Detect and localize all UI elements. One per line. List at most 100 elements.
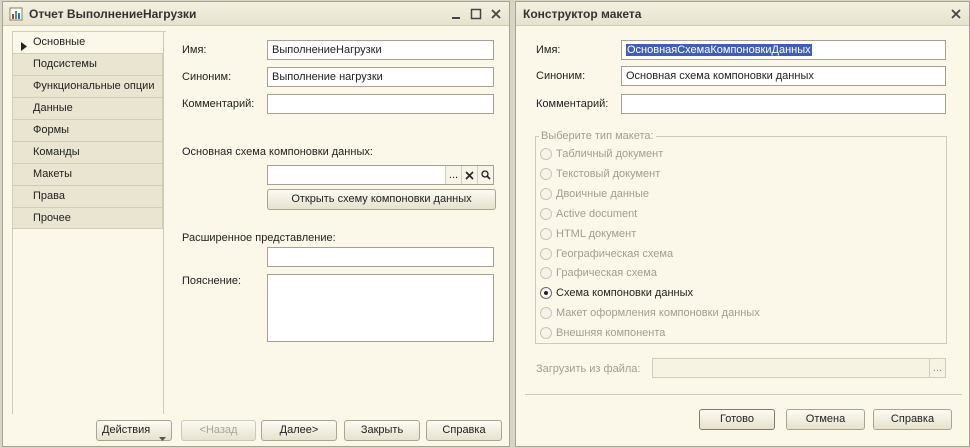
radio-icon bbox=[540, 327, 552, 339]
template-type-label: Табличный документ bbox=[556, 148, 664, 160]
extended-presentation-label: Расширенное представление: bbox=[182, 232, 336, 244]
ellipsis-text: ... bbox=[932, 362, 943, 374]
close-button[interactable]: Закрыть bbox=[344, 420, 420, 441]
nav-item-label: Прочее bbox=[33, 212, 71, 224]
load-from-file-field[interactable]: ... bbox=[652, 358, 946, 378]
comment-label: Комментарий: bbox=[182, 98, 255, 110]
radio-icon bbox=[540, 188, 552, 200]
radio-icon bbox=[540, 168, 552, 180]
template-type-option: Внешняя компонента bbox=[540, 327, 665, 339]
template-type-label: Текстовый документ bbox=[556, 168, 661, 180]
synonym-label: Синоним: bbox=[536, 70, 586, 82]
ellipsis-button[interactable]: ... bbox=[445, 166, 461, 184]
actions-label: Действия bbox=[102, 424, 151, 436]
name-field[interactable]: ОсновнаяСхемаКомпоновкиДанных bbox=[621, 40, 946, 60]
title-bar: Конструктор макета bbox=[516, 2, 969, 26]
template-type-label: Внешняя компонента bbox=[556, 327, 666, 339]
back-button[interactable]: <Назад bbox=[181, 420, 256, 441]
nav-item-data[interactable]: Данные bbox=[12, 97, 163, 119]
extended-presentation-field[interactable] bbox=[267, 247, 494, 267]
title-bar: Отчет ВыполнениеНагрузки bbox=[3, 2, 509, 26]
nav-item-subsystems[interactable]: Подсистемы bbox=[12, 53, 163, 75]
actions-button[interactable]: Действия bbox=[96, 420, 172, 441]
template-type-option: Географическая схема bbox=[540, 248, 673, 260]
name-selected-text: ОсновнаяСхемаКомпоновкиДанных bbox=[626, 44, 812, 56]
name-label: Имя: bbox=[182, 44, 207, 56]
help-button[interactable]: Справка bbox=[426, 420, 502, 441]
explanation-field[interactable] bbox=[267, 274, 494, 342]
close-icon[interactable] bbox=[487, 5, 505, 23]
comment-field[interactable] bbox=[267, 94, 494, 114]
maximize-icon[interactable] bbox=[467, 5, 485, 23]
synonym-label: Синоним: bbox=[182, 71, 232, 83]
template-type-option[interactable]: Схема компоновки данных bbox=[540, 287, 693, 299]
window-title: Отчет ВыполнениеНагрузки bbox=[29, 6, 197, 21]
comment-field[interactable] bbox=[621, 94, 946, 114]
radio-icon bbox=[540, 248, 552, 260]
help-button[interactable]: Справка bbox=[873, 409, 952, 430]
name-field[interactable]: ВыполнениеНагрузки bbox=[267, 40, 494, 60]
nav-item-other[interactable]: Прочее bbox=[12, 207, 163, 229]
nav-item-functional-options[interactable]: Функциональные опции bbox=[12, 75, 163, 97]
radio-selected-icon[interactable] bbox=[540, 287, 552, 299]
report-icon bbox=[9, 7, 23, 21]
nav-filler bbox=[12, 229, 163, 414]
dropdown-arrow-icon bbox=[159, 429, 166, 448]
load-from-file-label: Загрузить из файла: bbox=[536, 363, 641, 375]
radio-icon bbox=[540, 228, 552, 240]
nav-item-commands[interactable]: Команды bbox=[12, 141, 163, 163]
nav-item-templates[interactable]: Макеты bbox=[12, 163, 163, 185]
template-type-label: Макет оформления компоновки данных bbox=[556, 307, 760, 319]
search-icon[interactable] bbox=[477, 166, 493, 184]
ellipsis-text: ... bbox=[448, 169, 459, 181]
nav-divider bbox=[163, 31, 164, 414]
nav-item-label: Формы bbox=[33, 124, 70, 136]
nav-item-label: Команды bbox=[33, 146, 80, 158]
template-type-option: Active document bbox=[540, 208, 637, 220]
window-title: Конструктор макета bbox=[523, 6, 642, 21]
comment-label: Комментарий: bbox=[536, 98, 609, 110]
template-type-option: Текстовый документ bbox=[540, 168, 660, 180]
report-properties-window: Отчет ВыполнениеНагрузки Основные Подсис… bbox=[2, 1, 510, 447]
template-type-group-label: Выберите тип макета: bbox=[539, 130, 656, 142]
close-icon[interactable] bbox=[947, 5, 965, 23]
template-type-option: Табличный документ bbox=[540, 148, 663, 160]
explanation-label: Пояснение: bbox=[182, 275, 242, 287]
name-label: Имя: bbox=[536, 44, 561, 56]
separator bbox=[525, 394, 962, 395]
nav-item-rights[interactable]: Права bbox=[12, 185, 163, 207]
schema-field[interactable]: ... bbox=[267, 165, 494, 185]
nav-item-label: Права bbox=[33, 190, 65, 202]
nav-item-label: Функциональные опции bbox=[33, 80, 155, 92]
nav-item-main[interactable]: Основные bbox=[12, 31, 166, 53]
next-button[interactable]: Далее> bbox=[261, 420, 337, 441]
section-nav: Основные Подсистемы Функциональные опции… bbox=[12, 31, 166, 229]
template-type-label: HTML документ bbox=[556, 228, 637, 240]
ok-button[interactable]: Готово bbox=[699, 409, 775, 430]
radio-icon bbox=[540, 148, 552, 160]
nav-item-label: Подсистемы bbox=[33, 58, 97, 70]
template-type-label: Графическая схема bbox=[556, 267, 657, 279]
synonym-field[interactable]: Основная схема компоновки данных bbox=[621, 66, 946, 86]
template-designer-window: Конструктор макета Имя: ОсновнаяСхемаКом… bbox=[515, 1, 970, 447]
template-type-option: HTML документ bbox=[540, 228, 636, 240]
nav-item-label: Данные bbox=[33, 102, 73, 114]
minimize-icon[interactable] bbox=[447, 5, 465, 23]
template-type-option: Двоичные данные bbox=[540, 188, 649, 200]
template-type-label: Active document bbox=[556, 208, 638, 220]
nav-item-forms[interactable]: Формы bbox=[12, 119, 163, 141]
nav-item-label: Основные bbox=[33, 36, 86, 48]
cancel-button[interactable]: Отмена bbox=[786, 409, 865, 430]
schema-label: Основная схема компоновки данных: bbox=[182, 146, 373, 158]
template-type-label: Схема компоновки данных bbox=[556, 287, 694, 299]
synonym-field[interactable]: Выполнение нагрузки bbox=[267, 67, 494, 87]
radio-icon bbox=[540, 307, 552, 319]
template-type-option: Макет оформления компоновки данных bbox=[540, 307, 760, 319]
clear-icon[interactable] bbox=[461, 166, 477, 184]
template-type-option: Графическая схема bbox=[540, 267, 657, 279]
radio-icon bbox=[540, 267, 552, 279]
nav-item-label: Макеты bbox=[33, 168, 73, 180]
open-schema-button[interactable]: Открыть схему компоновки данных bbox=[267, 189, 496, 210]
ellipsis-button[interactable]: ... bbox=[929, 359, 945, 377]
template-type-label: Географическая схема bbox=[556, 248, 674, 260]
